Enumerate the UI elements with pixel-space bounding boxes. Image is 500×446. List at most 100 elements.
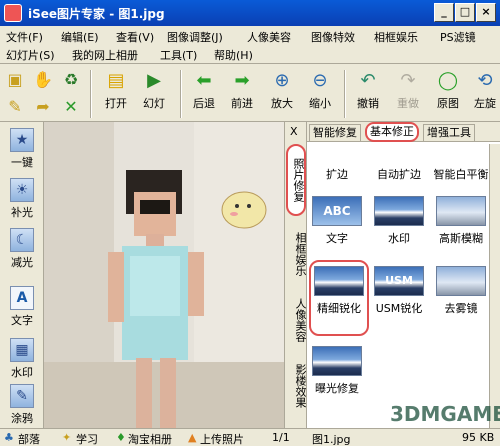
tab-smart-repair[interactable]: 智能修复 xyxy=(309,124,361,141)
redo-icon: ↷ xyxy=(400,70,416,91)
app-icon xyxy=(4,4,22,22)
tribe-icon: ♣ xyxy=(4,431,14,444)
toolbar-separator xyxy=(90,70,92,118)
menu-image-adjust[interactable]: 图像调整(J) xyxy=(167,29,223,45)
tab-studio-effects[interactable]: 影楼效果 xyxy=(286,354,307,418)
close-button[interactable]: × xyxy=(476,3,496,22)
sharpen-thumbnail xyxy=(314,266,364,296)
original-button[interactable]: ◯ 原图 xyxy=(430,70,466,118)
menu-slideshow[interactable]: 幻灯片(S) xyxy=(6,47,55,63)
tool-gaussian-blur[interactable]: 高斯模糊 xyxy=(431,192,491,254)
zoom-out-icon: ⊖ xyxy=(312,70,328,91)
site-watermark: 3DMGAME xyxy=(390,402,500,426)
taobao-icon: ♦ xyxy=(116,431,126,444)
tab-enhance-tools[interactable]: 增强工具 xyxy=(423,124,475,141)
zoom-in-icon: ⊕ xyxy=(274,70,290,91)
menu-file[interactable]: 文件(F) xyxy=(6,29,43,45)
exposure-thumbnail xyxy=(312,346,362,376)
tool-fine-sharpen[interactable]: 精细锐化 xyxy=(309,260,369,336)
forward-button[interactable]: ➡ 前进 xyxy=(224,70,260,118)
undo-icon: ↶ xyxy=(360,70,376,91)
open-button[interactable]: ▤ 打开 xyxy=(98,70,134,118)
status-tribe[interactable]: 部落 xyxy=(18,431,40,446)
zoom-out-button[interactable]: ⊖ 缩小 xyxy=(302,70,338,118)
paint-icon[interactable]: ✎ xyxy=(4,95,26,117)
tab-frames[interactable]: 相框娱乐 xyxy=(286,222,307,286)
title-bar: iSee图片专家 - 图1.jpg _ □ × xyxy=(0,0,500,26)
text-icon: A xyxy=(10,286,34,310)
menu-edit[interactable]: 编辑(E) xyxy=(61,29,99,45)
fill-light-icon: ☀ xyxy=(10,178,34,202)
menu-ps-filter[interactable]: PS滤镜 xyxy=(440,29,476,45)
toolbar: ▣ ✋ ♻ ✎ ➦ ✕ ▤ 打开 ▶ 幻灯 ⬅ 后退 ➡ 前进 ⊕ 放大 ⊖ 缩… xyxy=(0,64,500,122)
tab-basic-correction[interactable]: 基本修正 xyxy=(365,122,419,142)
menu-online-album[interactable]: 我的网上相册 xyxy=(72,47,138,63)
tool-usm-sharpen[interactable]: USM USM锐化 xyxy=(369,262,429,324)
menu-bar: 文件(F) 编辑(E) 查看(V) 图像调整(J) 人像美容 图像特效 相框娱乐… xyxy=(0,26,500,64)
learn-icon: ✦ xyxy=(62,431,72,444)
menu-portrait[interactable]: 人像美容 xyxy=(247,29,291,45)
status-upload-photo[interactable]: 上传照片 xyxy=(200,431,244,446)
minimize-button[interactable]: _ xyxy=(434,3,454,22)
rotate-left-button[interactable]: ⟲ 左旋 xyxy=(470,70,500,118)
tab-portrait[interactable]: 人像美容 xyxy=(286,288,307,352)
status-bar: ♣ 部落 ✦ 学习 ♦ 淘宝相册 ▲ 上传照片 1/1 图1.jpg 95 KB xyxy=(0,428,500,446)
arrow-right-icon: ➡ xyxy=(234,70,250,91)
toolbar-separator xyxy=(344,70,346,118)
text-button[interactable]: A 文字 xyxy=(2,280,42,334)
status-filesize: 95 KB xyxy=(462,431,495,444)
slideshow-icon: ▶ xyxy=(147,70,161,91)
status-taobao-album[interactable]: 淘宝相册 xyxy=(128,431,172,446)
doodle-button[interactable]: ✎ 涂鸦 xyxy=(2,378,42,432)
menu-tools[interactable]: 工具(T) xyxy=(160,47,197,63)
tool-expand-border[interactable]: 扩边 xyxy=(307,144,367,184)
panel-scrollbar[interactable] xyxy=(489,144,500,428)
export-icon[interactable]: ➦ xyxy=(32,95,54,117)
tab-photo-repair[interactable]: 照片修复 xyxy=(286,144,306,216)
fill-light-button[interactable]: ☀ 补光 xyxy=(2,172,42,226)
rotate-left-icon: ⟲ xyxy=(477,70,493,91)
menu-view[interactable]: 查看(V) xyxy=(116,29,154,45)
watermark-thumbnail xyxy=(374,196,424,226)
slideshow-button[interactable]: ▶ 幻灯 xyxy=(136,70,172,118)
tool-dehaze[interactable]: 去雾镜 xyxy=(431,262,491,324)
text-thumbnail: ABC xyxy=(312,196,362,226)
zoom-in-button[interactable]: ⊕ 放大 xyxy=(264,70,300,118)
menu-frames[interactable]: 相框娱乐 xyxy=(374,29,418,45)
open-folder-icon[interactable]: ▣ xyxy=(4,68,26,90)
tool-text[interactable]: ABC 文字 xyxy=(307,192,367,254)
dehaze-thumbnail xyxy=(436,266,486,296)
status-learn[interactable]: 学习 xyxy=(76,431,98,446)
one-click-icon: ★ xyxy=(10,128,34,152)
folder-icon: ▤ xyxy=(107,70,125,91)
tool-exposure-repair[interactable]: 曝光修复 xyxy=(307,342,367,404)
tool-watermark[interactable]: 水印 xyxy=(369,192,429,254)
photo-canvas[interactable] xyxy=(44,122,288,428)
original-icon: ◯ xyxy=(437,70,459,91)
category-tabs: 照片修复 相框娱乐 人像美容 影楼效果 xyxy=(284,122,307,428)
tools-panel: X 智能修复 基本修正 增强工具 扩边 自动扩边 智能白平衡 ABC 文字 水印… xyxy=(287,122,500,428)
delete-icon[interactable]: ✕ xyxy=(60,95,82,117)
usm-thumbnail: USM xyxy=(374,266,424,296)
recycle-icon[interactable]: ♻ xyxy=(60,68,82,90)
undo-button[interactable]: ↶ 撤销 xyxy=(350,70,386,118)
upload-icon: ▲ xyxy=(188,431,197,444)
one-click-button[interactable]: ★ 一键 xyxy=(2,122,42,176)
window-title: iSee图片专家 - 图1.jpg xyxy=(28,7,165,21)
reduce-light-button[interactable]: ☾ 减光 xyxy=(2,222,42,276)
left-sidebar: ★ 一键 ☀ 补光 ☾ 减光 A 文字 ▦ 水印 ✎ 涂鸦 xyxy=(0,122,44,428)
redo-button[interactable]: ↷ 重做 xyxy=(390,70,426,118)
status-filename: 图1.jpg xyxy=(312,433,351,446)
back-button[interactable]: ⬅ 后退 xyxy=(186,70,222,118)
menu-help[interactable]: 帮助(H) xyxy=(214,47,253,63)
blur-thumbnail xyxy=(436,196,486,226)
tool-smart-white-balance[interactable]: 智能白平衡 xyxy=(431,144,491,184)
watermark-icon: ▦ xyxy=(10,338,34,362)
arrow-left-icon: ⬅ xyxy=(196,70,212,91)
menu-effects[interactable]: 图像特效 xyxy=(311,29,355,45)
hand-icon[interactable]: ✋ xyxy=(32,68,54,90)
tool-auto-expand[interactable]: 自动扩边 xyxy=(369,144,429,184)
panel-close-button[interactable]: X xyxy=(287,124,301,141)
toolbar-separator xyxy=(180,70,182,118)
maximize-button[interactable]: □ xyxy=(455,3,475,22)
